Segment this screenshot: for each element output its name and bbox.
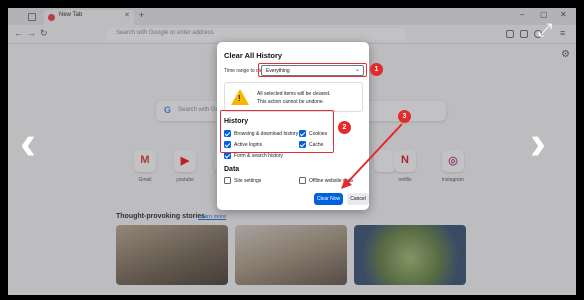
annotation-arrow: [341, 123, 403, 189]
screenshot-stage: New Tab ✕ + – ▢ ✕ ← → ↻ Search with Goog…: [0, 0, 584, 300]
fullscreen-icon[interactable]: ⤢: [538, 20, 552, 41]
next-arrow-icon[interactable]: ›: [530, 116, 546, 171]
previous-arrow-icon[interactable]: ‹: [20, 116, 36, 171]
browser-window: New Tab ✕ + – ▢ ✕ ← → ↻ Search with Goog…: [8, 8, 576, 295]
